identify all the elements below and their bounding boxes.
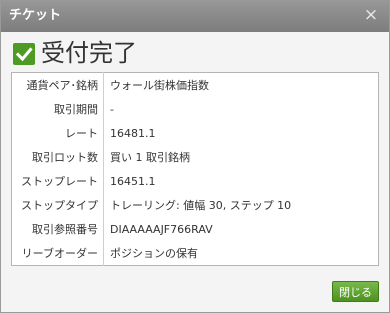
table-row: レート 16481.1 [11, 121, 379, 145]
row-value: ウォール街株価指数 [110, 79, 209, 92]
dialog-title: チケット [9, 8, 62, 23]
table-row: 取引期間 - [11, 97, 379, 121]
row-value: 16481.1 [110, 126, 156, 140]
row-value: - [110, 102, 114, 116]
row-label: 通貨ペア･銘柄 [11, 72, 104, 97]
headline-text: 受付完了 [41, 39, 137, 67]
ticket-dialog: チケット × 受付完了 通貨ペア･銘柄 ウォール街株価指数 取引期間 - レート… [0, 0, 390, 313]
order-details-table: 通貨ペア･銘柄 ウォール街株価指数 取引期間 - レート 16481.1 取引ロ… [11, 72, 379, 266]
close-button[interactable]: 閉じる [332, 281, 379, 302]
row-value: DIAAAAAJF766RAV [110, 222, 213, 236]
row-label: リーブオーダー [11, 241, 104, 266]
row-value: 買い 1 取引銘柄 [110, 151, 190, 164]
dialog-titlebar: チケット × [1, 1, 389, 32]
row-value: ポジションの保有 [110, 247, 198, 260]
row-label: 取引ロット数 [11, 145, 104, 169]
table-row: 取引ロット数 買い 1 取引銘柄 [11, 145, 379, 169]
check-icon [13, 43, 35, 65]
row-label: ストップタイプ [11, 193, 104, 217]
row-label: ストップレート [11, 169, 104, 193]
table-row: ストップレート 16451.1 [11, 169, 379, 193]
table-row: リーブオーダー ポジションの保有 [11, 241, 379, 266]
table-row: 取引参照番号 DIAAAAAJF766RAV [11, 217, 379, 241]
row-value: 16451.1 [110, 174, 156, 188]
table-row: ストップタイプ トレーリング: 値幅 30, ステップ 10 [11, 193, 379, 217]
row-label: レート [11, 121, 104, 145]
close-icon[interactable]: × [362, 6, 380, 24]
row-value: トレーリング: 値幅 30, ステップ 10 [110, 199, 292, 212]
row-label: 取引期間 [11, 97, 104, 121]
row-label: 取引参照番号 [11, 217, 104, 241]
table-row: 通貨ペア･銘柄 ウォール街株価指数 [11, 72, 379, 97]
dialog-body: 受付完了 通貨ペア･銘柄 ウォール街株価指数 取引期間 - レート 16481.… [1, 32, 389, 312]
